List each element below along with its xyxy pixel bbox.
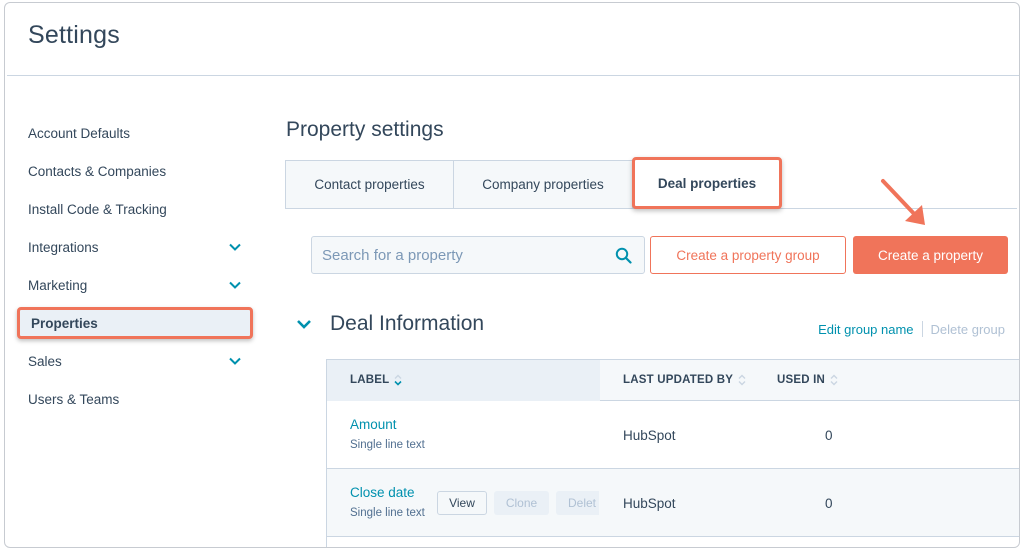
property-search [311, 236, 645, 274]
settings-window: Settings Account Defaults Contacts & Com… [4, 2, 1020, 548]
properties-table: LABEL LAST UPDATED BY USED IN Amount Sin… [326, 359, 1019, 547]
divider [921, 321, 923, 337]
edit-group-name-link[interactable]: Edit group name [818, 322, 913, 337]
table-header: LABEL LAST UPDATED BY USED IN [327, 359, 1019, 401]
delete-group-link[interactable]: Delete group [931, 322, 1005, 337]
sidebar-item-label: Integrations [28, 239, 99, 255]
delete-button[interactable]: Delet [556, 491, 599, 515]
table-row[interactable]: Close date Single line text View Clone D… [327, 469, 1019, 537]
row-actions: View Clone Delet [437, 491, 599, 517]
column-header-last-updated-by[interactable]: LAST UPDATED BY [623, 374, 746, 386]
sort-icon [830, 374, 838, 386]
property-type: Single line text [350, 439, 425, 451]
last-updated-by: HubSpot [623, 496, 676, 511]
column-header-text: USED IN [777, 374, 826, 386]
search-input[interactable] [322, 246, 592, 264]
sidebar-item-label: Account Defaults [28, 125, 131, 141]
sidebar-item-label: Sales [28, 353, 62, 369]
used-in-count: 0 [825, 428, 833, 443]
chevron-down-icon[interactable] [296, 318, 312, 330]
tab-company-properties[interactable]: Company properties [453, 160, 633, 209]
sort-icon [738, 374, 746, 386]
sort-icon [394, 374, 402, 386]
property-name-link[interactable]: Close date [350, 485, 415, 500]
header-divider [7, 75, 1019, 76]
sidebar-item-account-defaults[interactable]: Account Defaults [28, 118, 250, 148]
column-header-text: LABEL [350, 374, 390, 386]
annotation-arrow-icon [881, 179, 925, 225]
sidebar-item-properties[interactable]: Properties [17, 307, 253, 339]
sidebar-item-sales[interactable]: Sales [28, 346, 250, 376]
table-row[interactable]: Amount Single line text HubSpot 0 [327, 401, 1019, 469]
page-title: Settings [28, 21, 120, 49]
group-actions: Edit group name Delete group [818, 321, 1005, 337]
column-header-label[interactable]: LABEL [350, 374, 402, 386]
sidebar-item-label: Users & Teams [28, 391, 120, 407]
sidebar-item-label: Install Code & Tracking [28, 201, 167, 217]
create-property-group-button[interactable]: Create a property group [650, 236, 846, 274]
create-property-button[interactable]: Create a property [853, 236, 1008, 274]
column-header-used-in[interactable]: USED IN [777, 374, 838, 386]
view-button[interactable]: View [437, 491, 487, 515]
sidebar-item-contacts-companies[interactable]: Contacts & Companies [28, 156, 250, 186]
tab-contact-properties[interactable]: Contact properties [285, 160, 454, 209]
sidebar-item-integrations[interactable]: Integrations [28, 232, 250, 262]
last-updated-by: HubSpot [623, 428, 676, 443]
sidebar-item-label: Properties [31, 315, 98, 331]
search-icon[interactable] [615, 247, 632, 264]
section-title: Property settings [286, 118, 444, 141]
chevron-down-icon[interactable] [228, 278, 242, 292]
sidebar-item-users-teams[interactable]: Users & Teams [28, 384, 250, 414]
sidebar-item-install-code[interactable]: Install Code & Tracking [28, 194, 250, 224]
tab-deal-properties[interactable]: Deal properties [632, 157, 782, 209]
clone-button[interactable]: Clone [494, 491, 549, 515]
sidebar-item-label: Marketing [28, 277, 88, 293]
group-title: Deal Information [330, 312, 485, 335]
property-name-link[interactable]: Amount [350, 417, 397, 432]
property-type: Single line text [350, 507, 425, 519]
column-header-text: LAST UPDATED BY [623, 374, 734, 386]
sidebar-item-label: Contacts & Companies [28, 163, 167, 179]
used-in-count: 0 [825, 496, 833, 511]
chevron-down-icon[interactable] [228, 354, 242, 368]
sidebar-item-marketing[interactable]: Marketing [28, 270, 250, 300]
chevron-down-icon[interactable] [228, 240, 242, 254]
